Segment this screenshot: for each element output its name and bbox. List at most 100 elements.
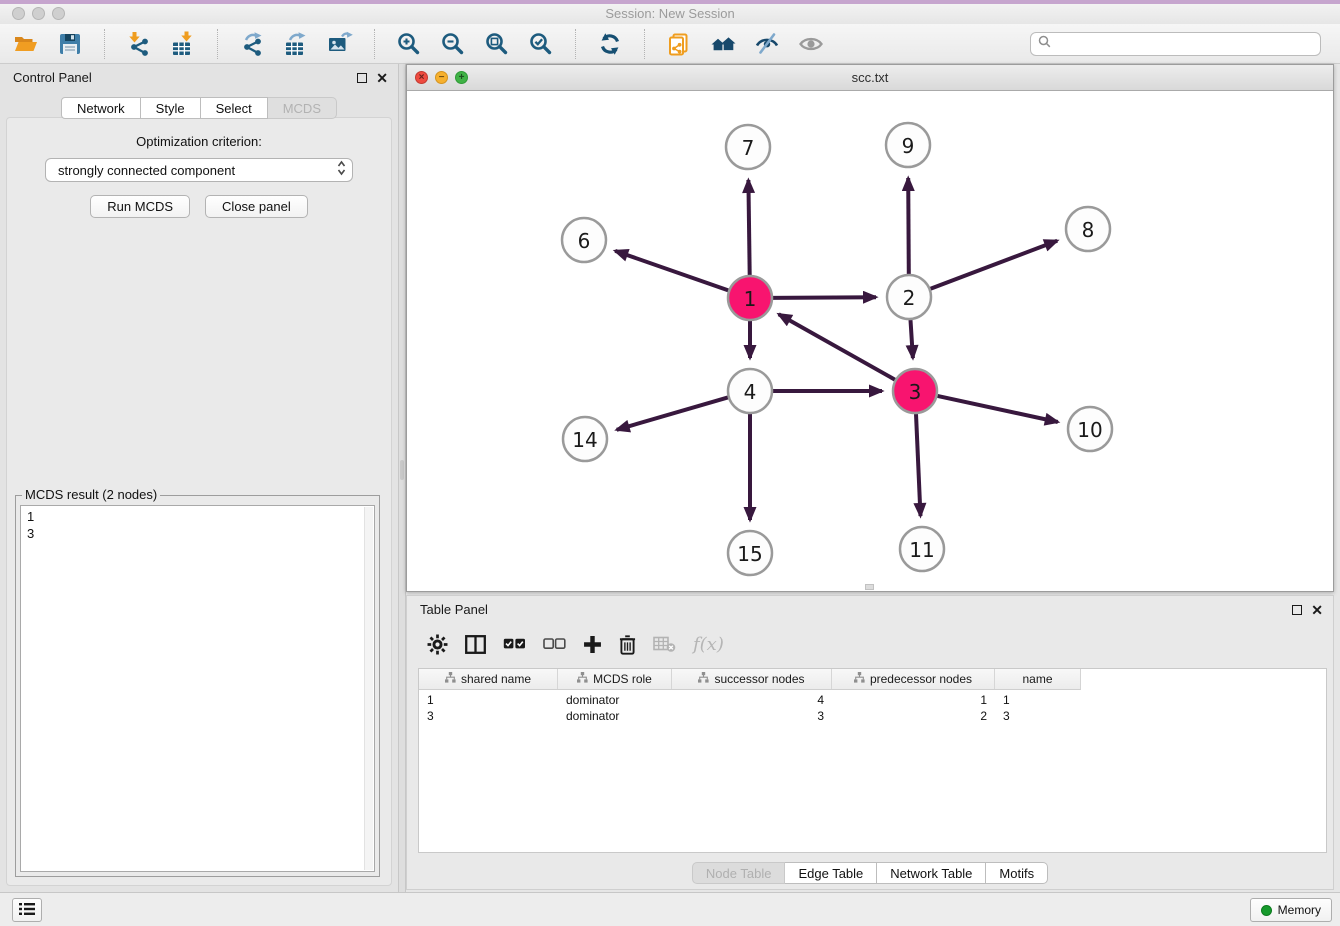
task-history-button[interactable] [12, 898, 42, 922]
save-session-button[interactable] [52, 27, 88, 61]
node-10[interactable]: 10 [1068, 407, 1112, 451]
column-browser-button[interactable] [465, 629, 486, 659]
column-header-shared-name[interactable]: shared name [419, 669, 558, 689]
zoom-fit-button[interactable] [479, 27, 515, 61]
show-all-networks-button[interactable] [705, 27, 741, 61]
node-11[interactable]: 11 [900, 527, 944, 571]
toolbar-separator [104, 29, 105, 59]
close-panel-button[interactable]: Close panel [205, 195, 308, 218]
table-row[interactable]: 1dominator411 [419, 692, 1326, 708]
edge-4-14[interactable] [617, 397, 728, 429]
table-toolbar: f(x) [417, 624, 1323, 664]
deselect-all-button[interactable] [543, 629, 566, 659]
zoom-selected-button[interactable] [523, 27, 559, 61]
close-window-button[interactable] [12, 7, 25, 20]
panel-splitter[interactable] [398, 64, 406, 892]
mcds-result-text[interactable]: 13 [20, 505, 375, 872]
node-3[interactable]: 3 [893, 369, 937, 413]
memory-label: Memory [1278, 903, 1321, 917]
criterion-dropdown[interactable]: strongly connected component [45, 158, 353, 182]
tab-edge-table[interactable]: Edge Table [785, 862, 877, 884]
memory-button[interactable]: Memory [1250, 898, 1332, 922]
table-row[interactable]: 3dominator323 [419, 708, 1326, 724]
table-settings-button[interactable] [427, 629, 448, 659]
column-header-mcds-role[interactable]: MCDS role [558, 669, 672, 689]
edge-1-6[interactable] [615, 251, 728, 291]
column-header-predecessor-nodes[interactable]: predecessor nodes [832, 669, 995, 689]
export-table-button[interactable] [278, 27, 314, 61]
network-minimize-button[interactable]: − [435, 71, 448, 84]
zoom-in-button[interactable] [391, 27, 427, 61]
edge-2-9[interactable] [908, 178, 909, 274]
column-header-successor-nodes[interactable]: successor nodes [672, 669, 832, 689]
network-resize-grip[interactable] [865, 584, 874, 590]
tab-mcds[interactable]: MCDS [268, 97, 337, 119]
node-15[interactable]: 15 [728, 531, 772, 575]
hide-panel-button[interactable] [749, 27, 785, 61]
float-panel-icon[interactable] [357, 73, 367, 83]
network-maximize-button[interactable]: + [455, 71, 468, 84]
svg-text:8: 8 [1082, 218, 1095, 242]
edge-1-7[interactable] [748, 180, 749, 275]
edge-1-2[interactable] [773, 297, 876, 298]
splitter-grip[interactable] [400, 460, 404, 480]
tab-style[interactable]: Style [141, 97, 201, 119]
node-9[interactable]: 9 [886, 123, 930, 167]
zoom-out-button[interactable] [435, 27, 471, 61]
edge-3-11[interactable] [916, 414, 921, 516]
zoom-window-button[interactable] [52, 7, 65, 20]
result-scrollbar[interactable] [364, 507, 373, 870]
table-cell: dominator [558, 709, 672, 723]
node-8[interactable]: 8 [1066, 207, 1110, 251]
refresh-view-button[interactable] [592, 27, 628, 61]
minimize-window-button[interactable] [32, 7, 45, 20]
node-table: shared nameMCDS rolesuccessor nodesprede… [418, 668, 1327, 853]
export-image-button[interactable] [322, 27, 358, 61]
show-panel-button[interactable] [793, 27, 829, 61]
result-line: 1 [27, 508, 368, 525]
edge-3-1[interactable] [779, 314, 895, 380]
tab-motifs[interactable]: Motifs [986, 862, 1048, 884]
clone-network-button[interactable] [661, 27, 697, 61]
node-14[interactable]: 14 [563, 417, 607, 461]
search-icon [1038, 35, 1051, 53]
select-all-button[interactable] [503, 629, 526, 659]
control-panel: Control Panel ✕ NetworkStyleSelectMCDS O… [0, 64, 398, 892]
network-canvas[interactable]: 1 2 3 4 6 7 8 9 10 11 14 15 [407, 92, 1333, 591]
edge-2-3[interactable] [911, 320, 913, 358]
svg-text:6: 6 [578, 229, 591, 253]
tab-select[interactable]: Select [201, 97, 268, 119]
node-4[interactable]: 4 [728, 369, 772, 413]
close-table-panel-icon[interactable]: ✕ [1311, 605, 1323, 615]
node-1[interactable]: 1 [728, 276, 772, 320]
node-2[interactable]: 2 [887, 275, 931, 319]
status-bar: Memory [0, 892, 1340, 926]
float-table-panel-icon[interactable] [1292, 605, 1302, 615]
import-table-button[interactable] [165, 27, 201, 61]
svg-text:15: 15 [737, 542, 762, 566]
tab-network[interactable]: Network [61, 97, 141, 119]
toolbar-separator [644, 29, 645, 59]
network-close-button[interactable]: × [415, 71, 428, 84]
delete-row-button[interactable] [619, 629, 636, 659]
export-network-button[interactable] [234, 27, 270, 61]
import-network-button[interactable] [121, 27, 157, 61]
delete-table-button[interactable] [653, 629, 676, 659]
search-box[interactable] [1030, 32, 1321, 56]
search-input[interactable] [1056, 34, 1313, 54]
edge-3-10[interactable] [938, 396, 1058, 422]
open-session-button[interactable] [8, 27, 44, 61]
node-7[interactable]: 7 [726, 125, 770, 169]
tab-network-table[interactable]: Network Table [877, 862, 986, 884]
add-row-button[interactable] [583, 629, 602, 659]
table-panel-header: Table Panel ✕ [407, 596, 1333, 622]
tab-node-table[interactable]: Node Table [692, 862, 786, 884]
close-panel-icon[interactable]: ✕ [376, 73, 388, 83]
function-builder-button[interactable]: f(x) [693, 629, 724, 659]
tree-icon [577, 672, 588, 686]
node-6[interactable]: 6 [562, 218, 606, 262]
run-mcds-button[interactable]: Run MCDS [90, 195, 190, 218]
edge-2-8[interactable] [931, 241, 1058, 289]
svg-text:11: 11 [909, 538, 934, 562]
column-header-name[interactable]: name [995, 669, 1080, 689]
